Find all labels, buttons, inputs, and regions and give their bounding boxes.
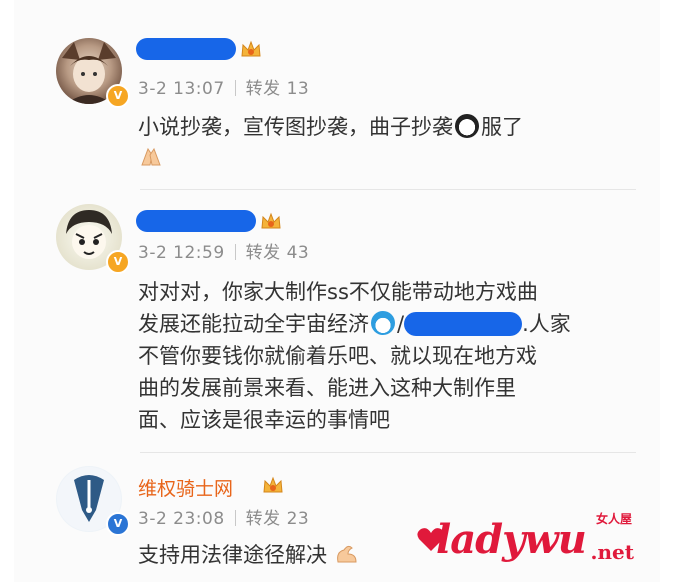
flex-arm-icon [336,545,357,563]
repost-count: 23 [286,509,310,529]
comment-date: 3-2 12:59 [138,243,225,263]
comment-meta: 3-2 12:59 转发 43 [138,238,309,263]
author-name[interactable]: 维权骑士网 [138,474,233,501]
crown-icon [263,476,283,493]
verified-badge-icon: V [106,84,130,108]
comment-1: V 3-2 13:07 转发 13 小说抄袭，宣传图抄袭，曲子抄袭 服了 [14,0,660,190]
clap-hands-icon [141,147,161,166]
watermark-top: 女人屋 [595,512,632,526]
comment-text: 对对对，你家大制作ss不仅能带动地方戏曲 发展还能拉动全宇宙经济 / .人家 不管你… [138,280,571,432]
verified-badge-icon: V [106,512,130,536]
watermark-logo: ladywu [436,516,587,563]
author-name-redacted[interactable] [136,38,236,60]
repost-count: 43 [286,243,310,263]
verified-badge-icon: V [106,250,130,274]
repost-label[interactable]: 转发 [246,79,281,99]
repost-label[interactable]: 转发 [246,243,281,263]
author-name-redacted[interactable] [136,210,256,232]
comment-meta: 3-2 13:07 转发 13 [138,74,309,99]
panda-emoji-icon [455,114,479,138]
doraemon-emoji-icon [371,311,395,335]
comment-date: 3-2 13:07 [138,79,225,99]
comment-date: 3-2 23:08 [138,509,225,529]
comment-2: V 3-2 12:59 转发 43 对对对，你家大制作ss不仅能带动地方戏曲 发展… [14,190,660,452]
repost-count: 13 [286,79,310,99]
watermark-net: .net [590,540,634,564]
comment-feed: V 3-2 13:07 转发 13 小说抄袭，宣传图抄袭，曲子抄袭 服了 V 3… [14,0,660,582]
comment-meta: 3-2 23:08 转发 23 [138,504,309,529]
mention-redacted[interactable] [404,312,523,336]
repost-label[interactable]: 转发 [246,509,281,529]
watermark: ladywu 女人屋 .net [416,506,636,576]
crown-icon [261,212,281,229]
crown-icon [241,40,261,57]
comment-text: 小说抄袭，宣传图抄袭，曲子抄袭 服了 [138,112,628,174]
